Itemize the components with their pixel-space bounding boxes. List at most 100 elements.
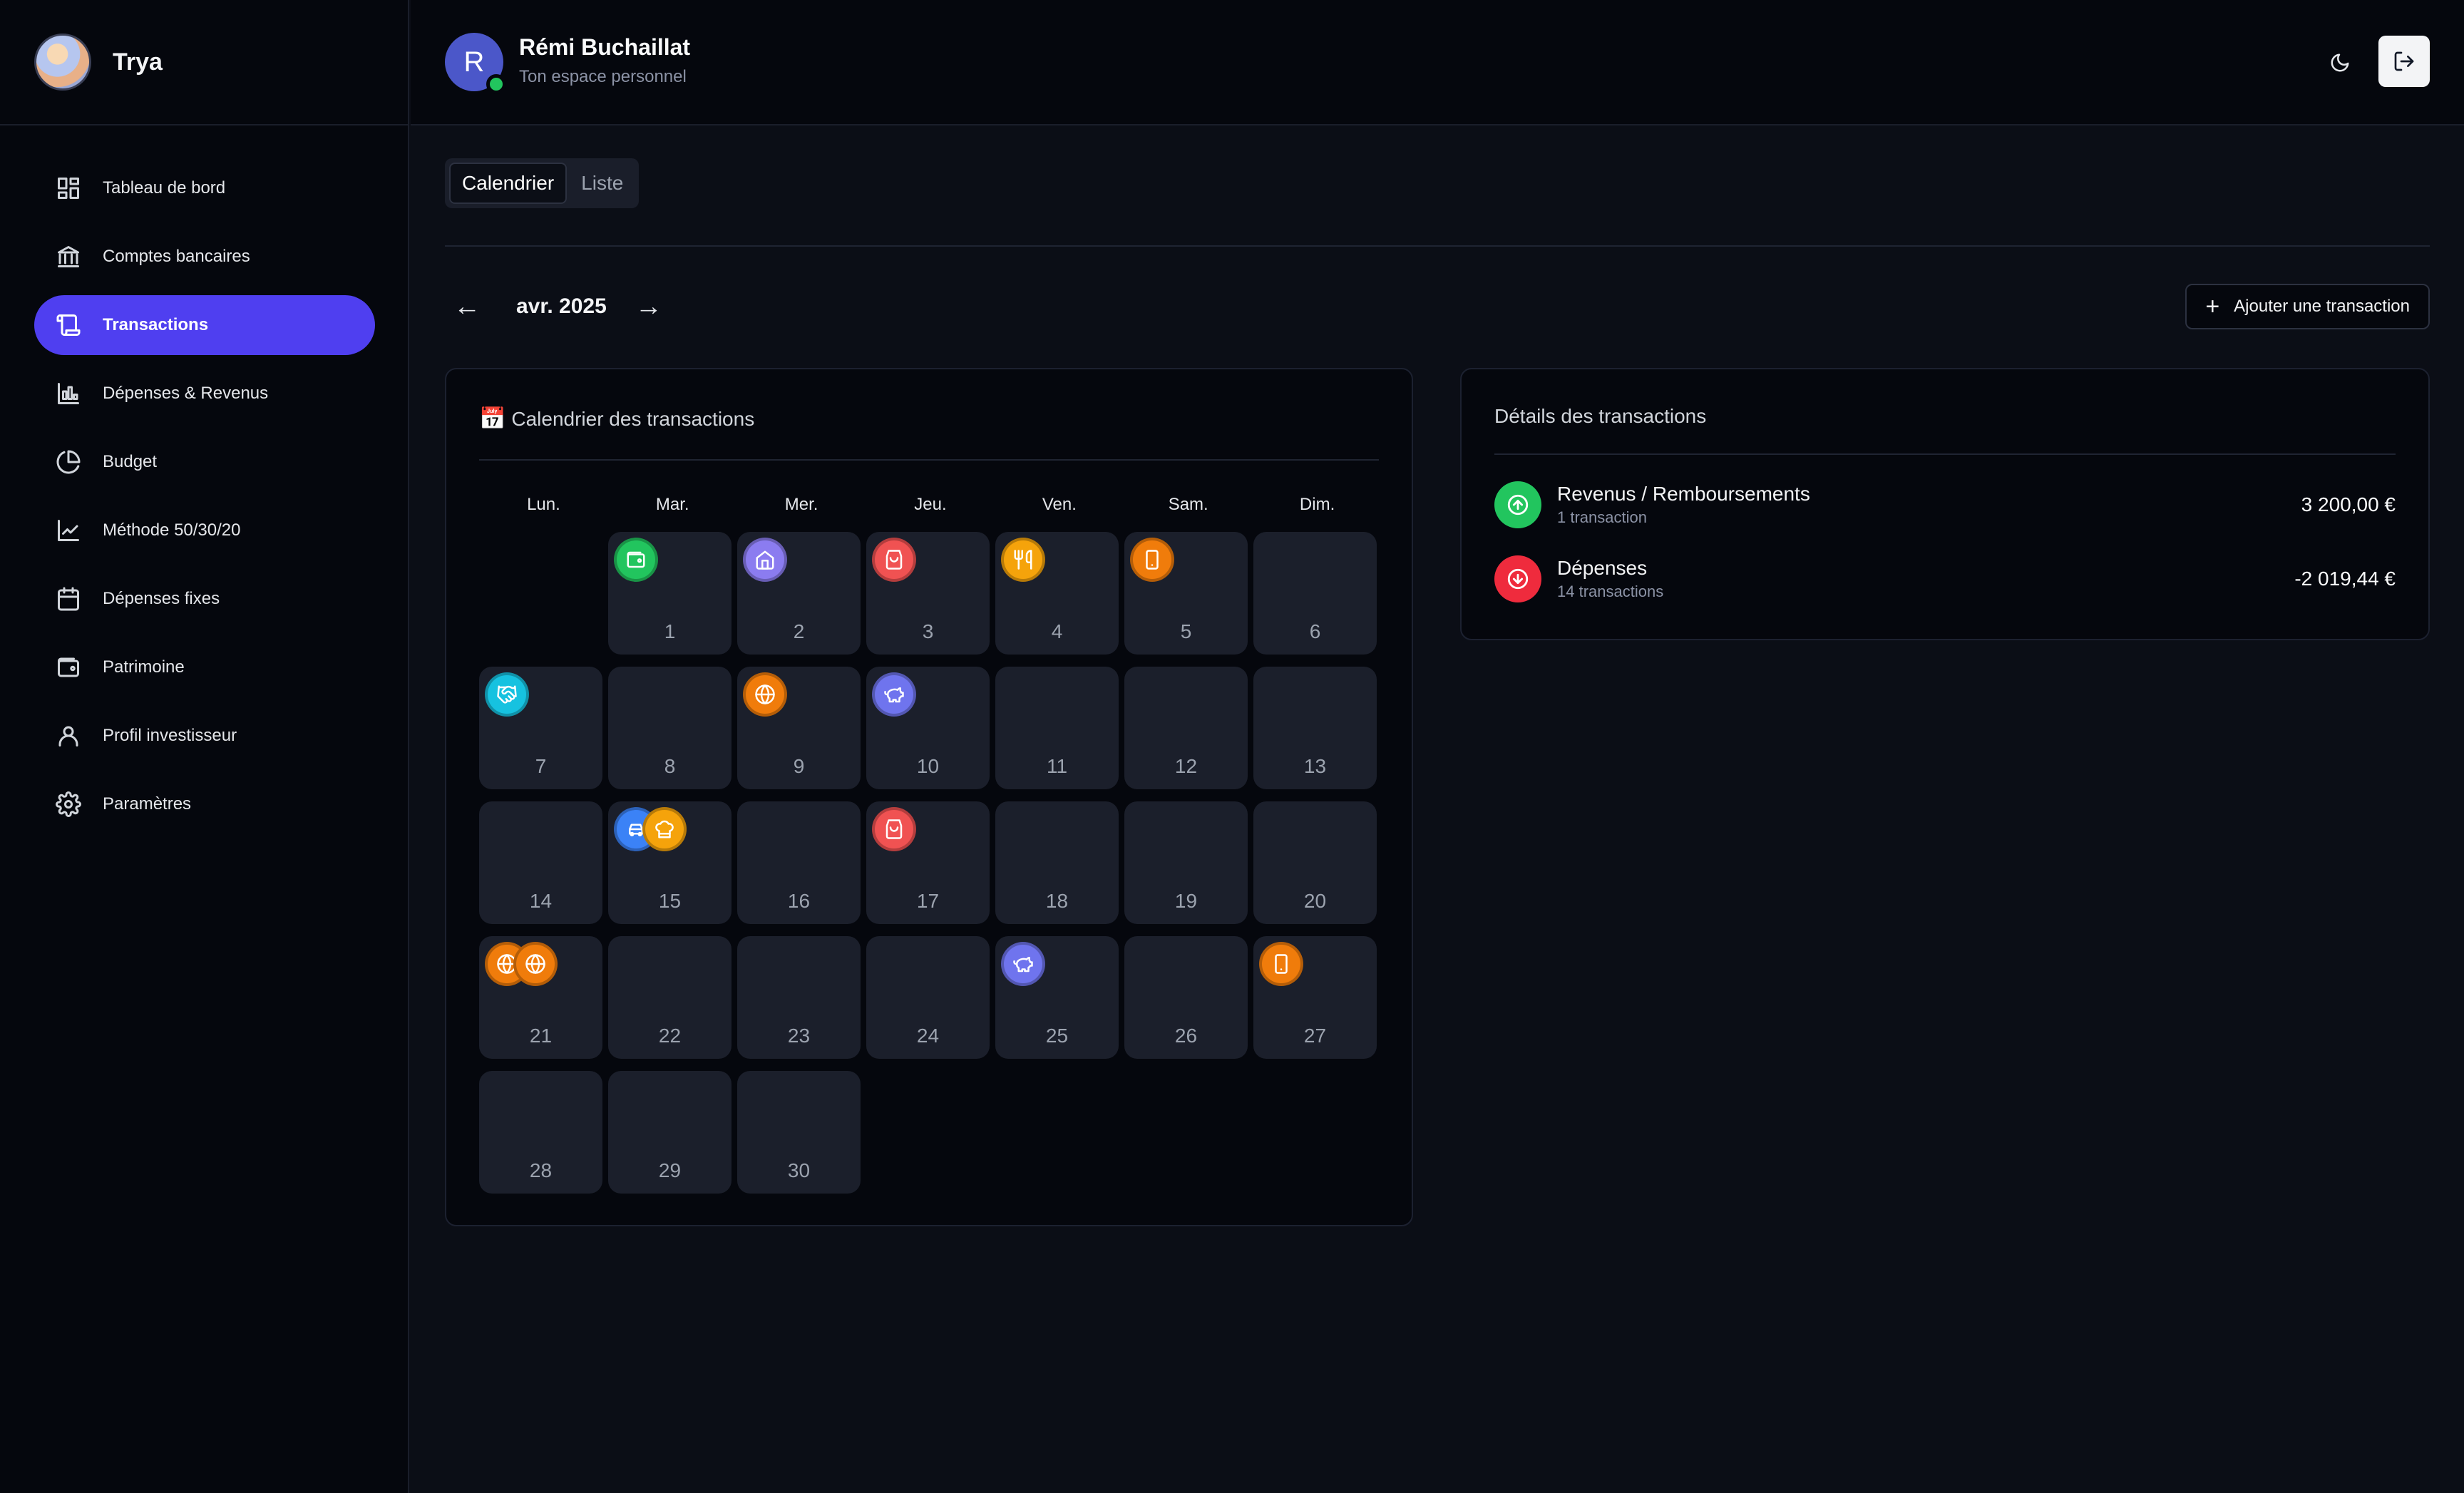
pie-chart-icon [56, 449, 103, 475]
sidebar-item-budget[interactable]: Budget [34, 432, 375, 492]
day-cell[interactable]: 21 [479, 936, 602, 1059]
income-count: 1 transaction [1557, 508, 1647, 526]
day-number: 8 [664, 755, 676, 777]
day-cell[interactable]: 1 [608, 532, 732, 655]
weekday-label: Ven. [1042, 495, 1077, 514]
chef-hat-icon[interactable] [642, 807, 687, 851]
sidebar-item-parametres[interactable]: Paramètres [34, 774, 375, 834]
piggy-bank-icon[interactable] [872, 672, 916, 717]
day-cell[interactable]: 4 [995, 532, 1119, 655]
brand-name: Trya [113, 48, 163, 76]
tab-list[interactable]: Liste [570, 163, 635, 204]
shopping-bag-icon[interactable] [872, 807, 916, 851]
day-cell[interactable]: 13 [1253, 667, 1377, 789]
day-cell[interactable]: 30 [737, 1071, 861, 1194]
view-tabs: Calendrier Liste [445, 158, 640, 208]
day-cell[interactable]: 3 [866, 532, 990, 655]
weekday-header: Lun. Mar. Mer. Jeu. Ven. Sam. Dim. [479, 495, 1382, 515]
globe-icon[interactable] [743, 672, 787, 717]
income-summary-row[interactable]: Revenus / Remboursements 1 transaction 3… [1494, 476, 2396, 533]
day-cell[interactable]: 27 [1253, 936, 1377, 1059]
day-number: 27 [1303, 1025, 1327, 1047]
day-cell[interactable]: 29 [608, 1071, 732, 1194]
day-number: 30 [787, 1159, 811, 1181]
sidebar-item-label: Dépenses & Revenus [103, 384, 269, 403]
day-cell[interactable]: 14 [479, 801, 602, 924]
day-transaction-icons [485, 672, 529, 717]
day-cell[interactable]: 19 [1124, 801, 1248, 924]
moon-icon [2331, 53, 2349, 72]
day-cell[interactable]: 26 [1124, 936, 1248, 1059]
day-cell[interactable]: 22 [608, 936, 732, 1059]
day-cell[interactable]: 11 [995, 667, 1119, 789]
piggy-bank-icon[interactable] [1001, 942, 1045, 986]
day-number: 2 [793, 620, 805, 642]
avatar[interactable]: R [445, 33, 506, 94]
day-cell[interactable]: 12 [1124, 667, 1248, 789]
tab-calendar[interactable]: Calendrier [449, 163, 568, 204]
day-cell[interactable]: 17 [866, 801, 990, 924]
day-number: 1 [664, 620, 676, 642]
wallet-icon[interactable] [614, 538, 658, 582]
sidebar-item-depenses-revenus[interactable]: Dépenses & Revenus [34, 364, 375, 424]
day-cell[interactable]: 24 [866, 936, 990, 1059]
weekday-label: Sam. [1168, 495, 1208, 514]
day-number: 13 [1303, 755, 1327, 777]
weekday-label: Lun. [527, 495, 560, 514]
divider [445, 245, 2430, 247]
day-cell[interactable]: 28 [479, 1071, 602, 1194]
day-cell[interactable]: 20 [1253, 801, 1377, 924]
day-transaction-icons [614, 538, 658, 582]
sidebar-item-depenses-fixes[interactable]: Dépenses fixes [34, 569, 375, 629]
calendar-divider [479, 459, 1379, 461]
add-transaction-button[interactable]: + Ajouter une transaction [2185, 284, 2430, 329]
handshake-icon[interactable] [485, 672, 529, 717]
shopping-bag-icon[interactable] [872, 538, 916, 582]
theme-toggle-button[interactable] [2323, 46, 2357, 80]
day-cell[interactable]: 6 [1253, 532, 1377, 655]
sidebar-item-methode-50-30-20[interactable]: Méthode 50/30/20 [34, 501, 375, 560]
calendar-title-text: Calendrier des transactions [511, 408, 755, 430]
brand-logo [34, 34, 91, 91]
sidebar-item-label: Transactions [103, 315, 209, 334]
main-content: Calendrier Liste ← avr. 2025 → + Ajouter… [411, 125, 2464, 1493]
logout-button[interactable] [2378, 36, 2430, 87]
day-cell[interactable]: 7 [479, 667, 602, 789]
line-chart-icon [56, 518, 103, 543]
day-cell[interactable]: 18 [995, 801, 1119, 924]
globe-icon[interactable] [513, 942, 558, 986]
scroll-icon [56, 312, 103, 338]
month-label: avr. 2025 [516, 294, 607, 318]
day-cell[interactable]: 9 [737, 667, 861, 789]
day-transaction-icons [743, 672, 787, 717]
day-cell[interactable]: 23 [737, 936, 861, 1059]
day-transaction-icons [1001, 538, 1045, 582]
smartphone-icon[interactable] [1259, 942, 1303, 986]
day-cell[interactable]: 16 [737, 801, 861, 924]
sidebar-item-transactions[interactable]: Transactions [34, 295, 375, 355]
sidebar-item-profil-investisseur[interactable]: Profil investisseur [34, 706, 375, 766]
sidebar-item-label: Budget [103, 452, 158, 471]
expenses-summary-row[interactable]: Dépenses 14 transactions -2 019,44 € [1494, 550, 2396, 607]
day-cell[interactable]: 10 [866, 667, 990, 789]
sidebar-item-patrimoine[interactable]: Patrimoine [34, 637, 375, 697]
smartphone-icon[interactable] [1130, 538, 1174, 582]
sidebar-item-tableau-de-bord[interactable]: Tableau de bord [34, 158, 375, 218]
prev-month-button[interactable]: ← [453, 292, 481, 322]
day-number: 28 [529, 1159, 553, 1181]
day-number: 20 [1303, 890, 1327, 912]
brand[interactable]: Trya [0, 0, 408, 125]
next-month-button[interactable]: → [635, 292, 662, 322]
home-icon[interactable] [743, 538, 787, 582]
day-transaction-icons [1130, 538, 1174, 582]
day-cell[interactable]: 5 [1124, 532, 1248, 655]
day-cell[interactable]: 8 [608, 667, 732, 789]
utensils-icon[interactable] [1001, 538, 1045, 582]
sidebar-item-comptes-bancaires[interactable]: Comptes bancaires [34, 227, 375, 287]
day-cell[interactable]: 15 [608, 801, 732, 924]
sidebar-item-label: Paramètres [103, 794, 192, 814]
day-transaction-icons [872, 672, 916, 717]
day-cell[interactable]: 2 [737, 532, 861, 655]
day-cell[interactable]: 25 [995, 936, 1119, 1059]
day-number: 7 [535, 755, 547, 777]
